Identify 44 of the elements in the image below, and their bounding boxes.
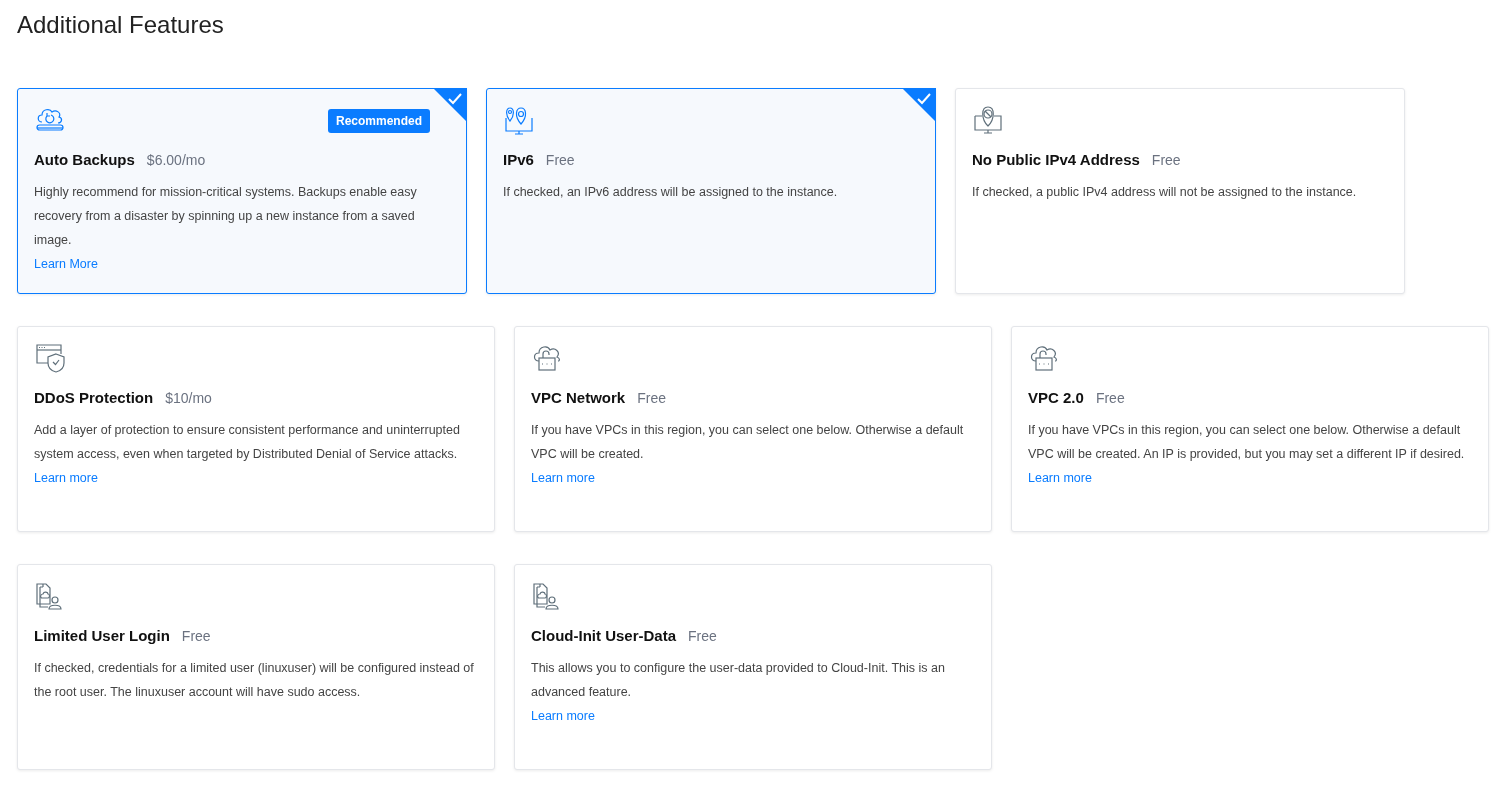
shield-window-icon <box>34 342 66 374</box>
feature-card[interactable]: No Public IPv4 Address Free If checked, a public IPv4 address will not be assigned to the instance. <box>955 88 1405 294</box>
feature-price: Free <box>181 628 211 644</box>
feature-title: Auto Backups <box>34 151 135 168</box>
feature-card[interactable]: Limited User Login Free If checked, credentials for a limited user (linuxuser) will be configured instead of the root user. The linuxuser account will have sudo access. <box>17 564 495 770</box>
checkmark-corner-icon <box>433 88 467 122</box>
feature-card[interactable]: Cloud-Init User-Data Free This allows you to configure the user-data provided to Cloud-Init. This is an advanced feature. Learn more <box>514 564 992 770</box>
feature-price: $10/mo <box>165 390 212 406</box>
feature-description: If you have VPCs in this region, you can select one below. Otherwise a default VPC will be created. An IP is provided, but you may set a different IP if desired. <box>1028 422 1466 463</box>
blocked-pin-icon <box>972 104 1004 136</box>
feature-title: VPC Network <box>531 389 626 406</box>
checkmark-corner-icon <box>902 88 936 122</box>
feature-title: VPC 2.0 <box>1028 389 1084 406</box>
learn-more-link[interactable]: Learn more <box>1028 466 1092 490</box>
feature-card[interactable]: VPC 2.0 Free If you have VPCs in this region, you can select one below. Otherwise a default VPC will be created. An IP is provided, but you may set a different IP if desired. Learn more <box>1011 326 1489 532</box>
feature-card[interactable]: DDoS Protection $10/mo Add a layer of protection to ensure consistent performance and uninterrupted system access, even when targeted by Distributed Denial of Service attacks. Learn more <box>17 326 495 532</box>
feature-description: This allows you to configure the user-data provided to Cloud-Init. This is an advanced feature. <box>531 660 946 701</box>
feature-title: DDoS Protection <box>34 389 154 406</box>
feature-card[interactable]: Recommended Auto Backups $6.00/mo Highly recommend for mission-critical systems. Backups enable easy recovery from a disaster by spinning up a new instance from a saved image. Learn More <box>17 88 467 294</box>
feature-card[interactable]: IPv6 Free If checked, an IPv6 address will be assigned to the instance. <box>486 88 936 294</box>
recommended-badge: Recommended <box>327 109 430 133</box>
feature-description: Add a layer of protection to ensure consistent performance and uninterrupted system access, even when targeted by Distributed Denial of Service attacks. <box>34 422 461 463</box>
feature-description: Highly recommend for mission-critical systems. Backups enable easy recovery from a disaster by spinning up a new instance from a saved image. <box>34 184 418 249</box>
feature-title: IPv6 <box>503 151 534 168</box>
location-pins-icon <box>503 104 535 136</box>
section-heading: Additional Features <box>17 10 224 40</box>
learn-more-link[interactable]: Learn more <box>531 704 595 728</box>
learn-more-link[interactable]: Learn more <box>34 466 98 490</box>
feature-price: $6.00/mo <box>146 152 206 168</box>
feature-description: If checked, a public IPv4 address will not be assigned to the instance. <box>972 184 1357 201</box>
learn-more-link[interactable]: Learn more <box>531 466 595 490</box>
feature-title: Cloud-Init User-Data <box>531 627 676 644</box>
feature-card[interactable]: VPC Network Free If you have VPCs in this region, you can select one below. Otherwise a default VPC will be created. Learn more <box>514 326 992 532</box>
feature-title: No Public IPv4 Address <box>972 151 1140 168</box>
feature-description: If checked, an IPv6 address will be assigned to the instance. <box>503 184 838 201</box>
learn-more-link[interactable]: Learn More <box>34 252 98 276</box>
feature-price: Free <box>1095 390 1125 406</box>
feature-price: Free <box>688 628 717 644</box>
feature-description: If you have VPCs in this region, you can select one below. Otherwise a default VPC will be created. <box>531 422 965 463</box>
feature-title: Limited User Login <box>34 627 170 644</box>
feature-price: Free <box>545 152 575 168</box>
feature-price: Free <box>637 390 666 406</box>
feature-description: If checked, credentials for a limited user (linuxuser) will be configured instead of the root user. The linuxuser account will have sudo access. <box>34 660 475 701</box>
feature-price: Free <box>1151 152 1181 168</box>
